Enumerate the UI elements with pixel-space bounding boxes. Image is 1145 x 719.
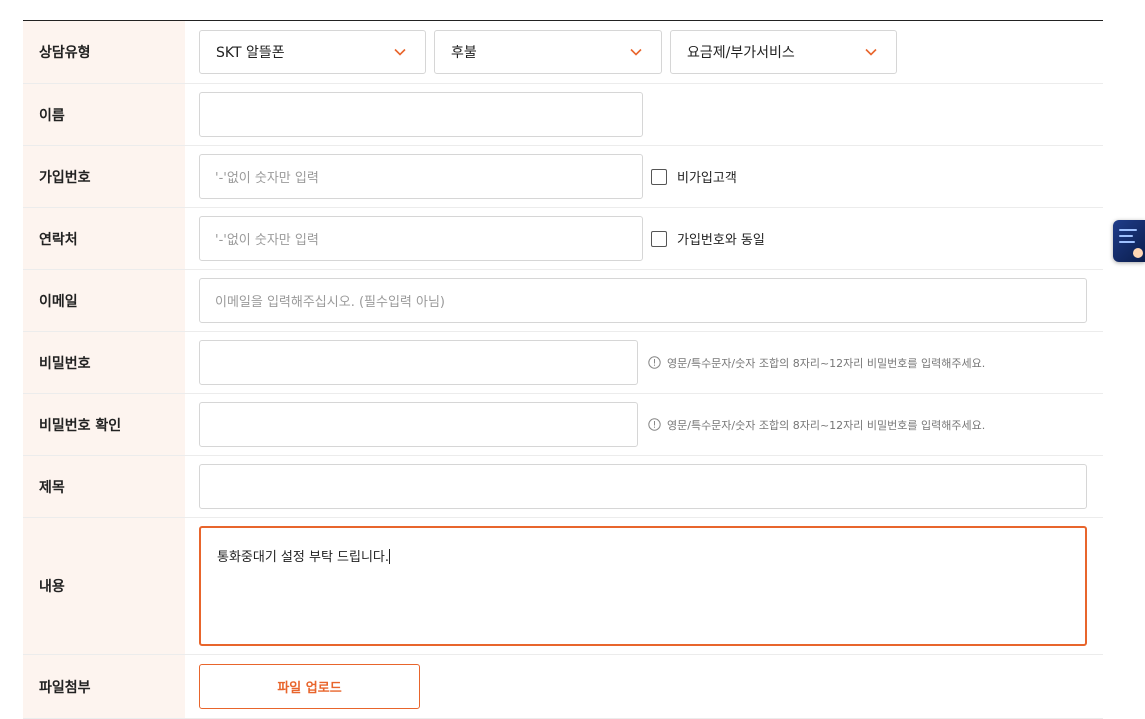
carrier-select[interactable]: SKT 알뜰폰 [199,30,426,74]
file-upload-button[interactable]: 파일 업로드 [199,664,420,709]
carrier-select-value: SKT 알뜰폰 [216,45,285,61]
chevron-down-icon [394,48,406,56]
password-hint: 영문/특수문자/숫자 조합의 8자리~12자리 비밀번호를 입력해주세요. [648,355,985,371]
password-label: 비밀번호 [23,332,185,393]
row-name: 이름 [23,84,1103,146]
consult-type-label: 상담유형 [23,21,185,83]
name-input[interactable] [199,92,643,137]
content-text: 통화중대기 설정 부탁 드립니다. [217,550,390,565]
row-join-number: 가입번호 '-'없이 숫자만 입력 비가입고객 [23,146,1103,208]
password-hint-text: 영문/특수문자/숫자 조합의 8자리~12자리 비밀번호를 입력해주세요. [667,356,986,370]
email-input[interactable]: 이메일을 입력해주십시오. (필수입력 아님) [199,278,1087,323]
password-confirm-label: 비밀번호 확인 [23,394,185,455]
row-password-confirm: 비밀번호 확인 영문/특수문자/숫자 조합의 8자리~12자리 비밀번호를 입력… [23,394,1103,456]
billing-select[interactable]: 후불 [434,30,662,74]
row-contact: 연락처 '-'없이 숫자만 입력 가입번호와 동일 [23,208,1103,270]
non-member-checkbox[interactable] [651,168,667,185]
category-select-value: 요금제/부가서비스 [687,45,795,61]
password-input[interactable] [199,340,638,385]
chevron-down-icon [865,48,877,56]
row-password: 비밀번호 영문/특수문자/숫자 조합의 8자리~12자리 비밀번호를 입력해주세… [23,332,1103,394]
row-file: 파일첨부 파일 업로드 [23,655,1103,719]
info-circle-icon [648,418,661,431]
join-number-input[interactable]: '-'없이 숫자만 입력 [199,154,643,199]
billing-select-value: 후불 [451,45,477,61]
row-email: 이메일 이메일을 입력해주십시오. (필수입력 아님) [23,270,1103,332]
info-circle-icon [648,356,661,369]
contact-label: 연락처 [23,208,185,269]
row-subject: 제목 [23,456,1103,518]
content-textarea[interactable]: 통화중대기 설정 부탁 드립니다. [199,526,1087,646]
password-confirm-input[interactable] [199,402,638,447]
password-confirm-hint-text: 영문/특수문자/숫자 조합의 8자리~12자리 비밀번호를 입력해주세요. [667,418,986,432]
consultation-form: 상담유형 SKT 알뜰폰 후불 요금제/부가서비스 이름 가입번호 '-'없이 … [23,20,1103,719]
same-as-join-checkbox-label: 가입번호와 동일 [677,233,765,248]
join-number-label: 가입번호 [23,146,185,207]
name-label: 이름 [23,84,185,145]
content-label: 내용 [23,518,185,654]
row-content: 내용 통화중대기 설정 부탁 드립니다. [23,518,1103,655]
contact-input[interactable]: '-'없이 숫자만 입력 [199,216,643,261]
category-select[interactable]: 요금제/부가서비스 [670,30,897,74]
same-as-join-checkbox[interactable] [651,230,667,247]
floating-side-banner[interactable] [1113,220,1145,262]
password-confirm-hint: 영문/특수문자/숫자 조합의 8자리~12자리 비밀번호를 입력해주세요. [648,417,985,433]
file-label: 파일첨부 [23,655,185,718]
chevron-down-icon [630,48,642,56]
subject-label: 제목 [23,456,185,517]
email-label: 이메일 [23,270,185,331]
same-as-join-checkbox-group: 가입번호와 동일 [651,229,765,248]
non-member-checkbox-label: 비가입고객 [677,171,737,186]
non-member-checkbox-group: 비가입고객 [651,167,737,186]
text-caret [389,549,391,564]
row-consult-type: 상담유형 SKT 알뜰폰 후불 요금제/부가서비스 [23,21,1103,84]
subject-input[interactable] [199,464,1087,509]
